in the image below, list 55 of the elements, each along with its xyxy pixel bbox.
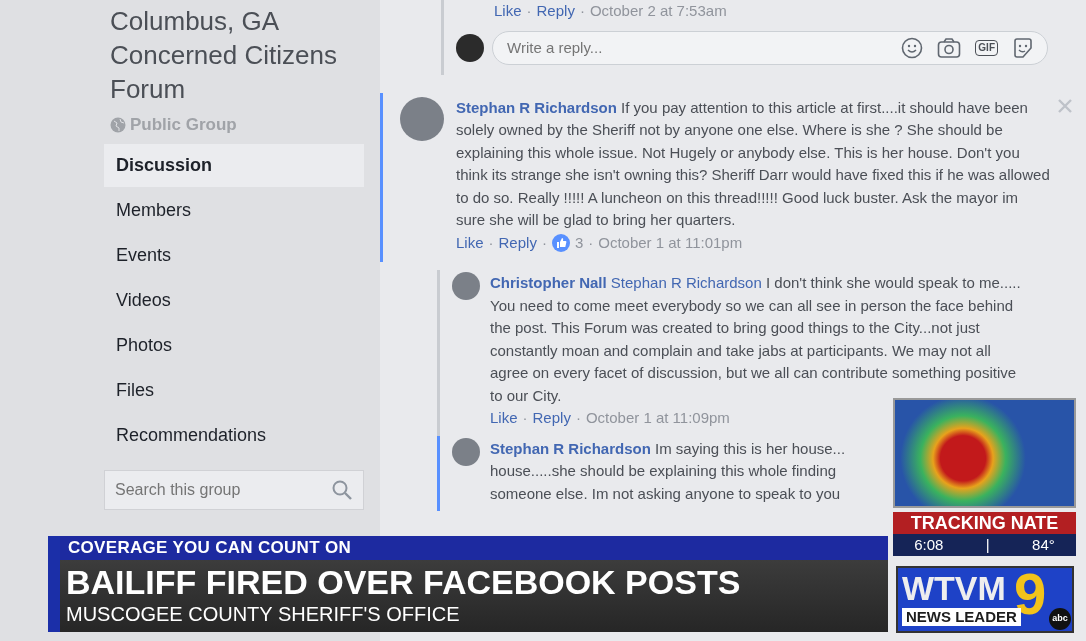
smiley-icon[interactable] [901,36,924,59]
separator: | [985,535,990,555]
group-title: Columbus, GA Concerned Citizens Forum [110,5,338,106]
nav-item[interactable]: Photos [104,323,364,367]
avatar [400,96,444,141]
separator-dot: · [526,1,532,21]
comment-time: October 1 at 11:09pm [585,408,730,428]
camera-icon[interactable] [937,36,962,59]
separator-dot: · [588,232,594,253]
author-link[interactable]: Stephan R Richardson [456,98,617,116]
avatar [452,437,480,466]
avatar [456,33,484,62]
comment-text: Christopher Nall Stephan R Richardson I don't think she would speak to me..... You need to come meet everybody so we can all see in person the face behind the post. This Forum was created to bring good things to the City...not just constantly moan and complain and take jabs at participants. We may not all agree on every facet of discussion, but we all can contribute something positive to our City. [490,273,1022,406]
weather-label: TRACKING NATE [893,512,1076,534]
temperature: 84° [1032,535,1055,555]
comment-text: Stephan R Richardson If you pay attention to this article at first....it should have been solely owned by the Sheriff not by anyone one else. Where is she ? She should be explaining this whole issue. Not Hugely or anybody else. This is her house. Don't you think its strange she isn't owning this? Sheriff Darr would have fixed this if he was allowed to do so. Really !!!!! A luncheon on this thread!!!!! Good luck buster. Ask the mayor im sure she will be glad to bring her quarters. [456,97,1051,230]
separator-dot: · [541,232,547,253]
author-link[interactable]: Christopher Nall [490,274,607,291]
separator-dot: · [488,232,494,253]
privacy-label: Public Group [130,114,237,136]
sticker-icon[interactable] [1012,36,1034,59]
nav-item[interactable]: Files [104,368,364,412]
separator-dot: · [522,408,528,428]
network-badge: abc [1049,608,1071,630]
avatar [452,272,480,300]
author-link[interactable]: Stephan R Richardson [490,439,651,457]
clock-time: 6:08 [914,535,944,555]
like-link[interactable]: Like [494,0,522,23]
separator-dot: · [575,408,581,428]
kicker-banner: COVERAGE YOU CAN COUNT ON [60,536,888,560]
reply-link[interactable]: Reply [536,0,575,23]
search-field[interactable]: Search this group [104,469,364,510]
like-link[interactable]: Like [456,231,484,254]
nav-item[interactable]: Members [104,188,364,232]
comment-time: October 2 at 7:53am [589,1,727,21]
reaction-count: 3 [574,232,584,253]
comment-text: Stephan R Richardson Im saying this is her house... house.....she should be explaining this whole finding someone else. Im not asking anyone to speak to you [490,438,847,504]
globe-icon [110,116,126,133]
subhead-text: MUSCOGEE COUNTY SHERIFF'S OFFICE [66,602,461,626]
search-icon[interactable] [332,479,352,500]
logo-tagline: NEWS LEADER [902,608,1021,626]
reply-link[interactable]: Reply [532,407,571,430]
nav-item[interactable]: Discussion [104,143,364,187]
nav-item[interactable]: Recommendations [104,413,364,457]
gif-button[interactable]: GIF [975,39,998,56]
nav-item[interactable]: Videos [104,278,364,322]
thumbs-up-icon [551,233,570,252]
headline-text: BAILIFF FIRED OVER FACEBOOK POSTS [66,562,742,602]
comment-time: October 1 at 11:01pm [598,232,743,253]
reply-link[interactable]: Reply [498,231,537,254]
separator-dot: · [579,1,585,21]
like-link[interactable]: Like [490,407,518,430]
callsign: WTVM [902,568,1006,608]
mention-link[interactable]: Stephan R Richardson [610,274,762,291]
nav-item[interactable]: Events [104,233,364,277]
